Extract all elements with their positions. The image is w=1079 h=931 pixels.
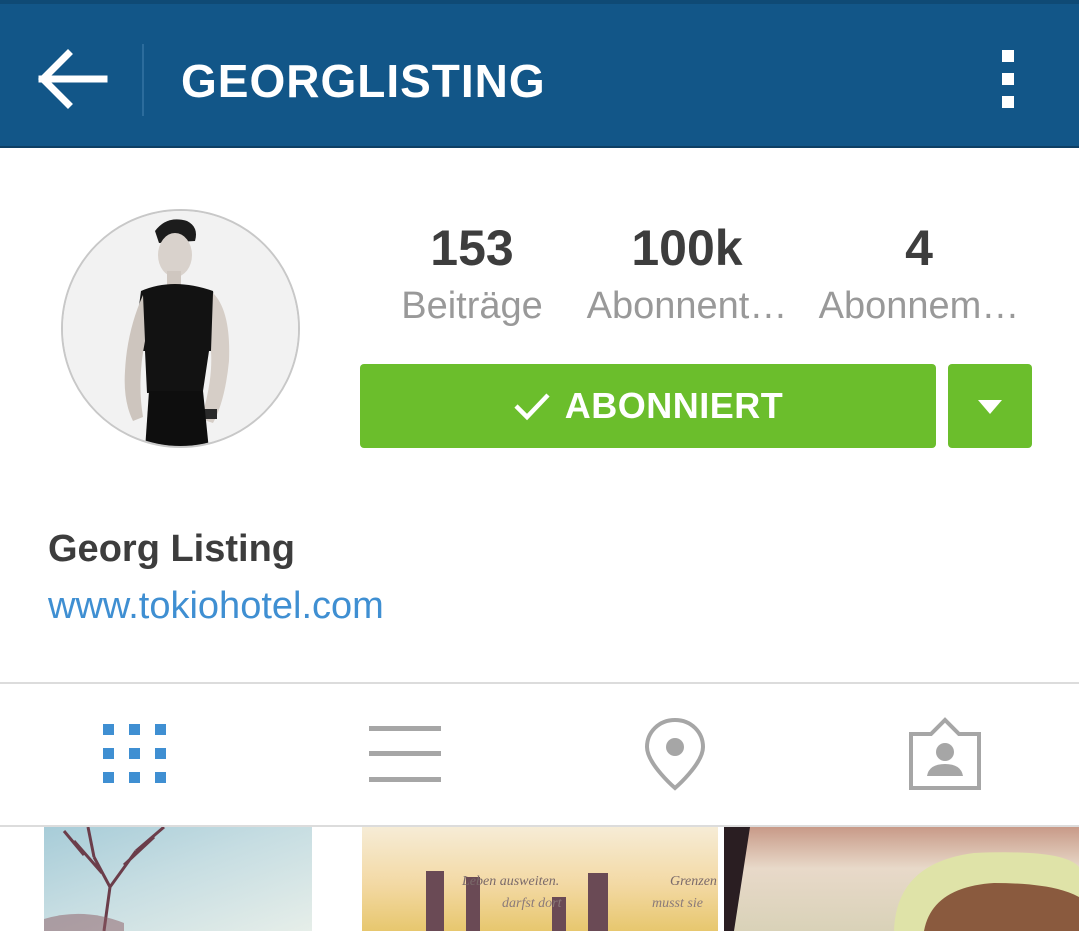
photo-thumbnail[interactable]: Leben ausweiten. Grenzen darfst dort mus… [362,827,718,931]
overflow-menu-button[interactable] [980,44,1036,114]
list-icon [369,726,441,782]
back-button[interactable] [32,44,112,114]
page-title: GEORGLISTING [181,55,546,107]
suggestions-dropdown-button[interactable] [948,364,1032,448]
stat-value: 153 [430,220,514,276]
tab-tagged[interactable] [900,714,990,794]
stat-following[interactable]: 4 Abonnem… [806,218,1032,334]
profile-view-tabs [0,682,1079,827]
stat-followers[interactable]: 100k Abonnent… [580,218,794,334]
avatar[interactable] [61,209,300,448]
profile-name: Georg Listing [48,528,295,570]
stat-label: Abonnem… [818,285,1020,327]
stat-value: 100k [631,220,743,276]
photo-thumbnail[interactable] [724,827,1079,931]
tab-list[interactable] [360,714,450,794]
checkmark-icon [514,393,550,421]
arrow-left-icon [38,49,108,109]
poster-text-4: musst sie [652,896,703,911]
tagged-person-icon [909,717,981,790]
stat-label: Beiträge [401,285,543,327]
stat-label: Abonnent… [586,285,788,327]
header-divider [142,44,144,116]
poster-text-3: darfst dort [502,896,563,911]
profile-photo [63,211,298,446]
top-app-bar: GEORGLISTING [0,0,1079,148]
poster-photo: Leben ausweiten. Grenzen darfst dort mus… [426,871,717,931]
photo-thumbnail[interactable] [44,827,312,931]
tab-location[interactable] [630,714,720,794]
tree-photo [44,827,165,931]
following-button-label: ABONNIERT [564,385,784,426]
stat-value: 4 [905,220,933,276]
coffee-cup-photo [724,827,1079,931]
more-vertical-icon [1002,50,1014,108]
website-link[interactable]: www.tokiohotel.com [48,585,384,628]
grid-icon [103,724,166,783]
tab-grid[interactable] [90,714,180,794]
stat-posts[interactable]: 153 Beiträge [392,218,552,334]
location-pin-icon [644,717,706,791]
following-button[interactable]: ABONNIERT [360,364,936,448]
poster-text-1: Leben ausweiten. [461,874,559,889]
poster-text-2: Grenzen [670,874,717,889]
triangle-down-icon [978,400,1002,414]
